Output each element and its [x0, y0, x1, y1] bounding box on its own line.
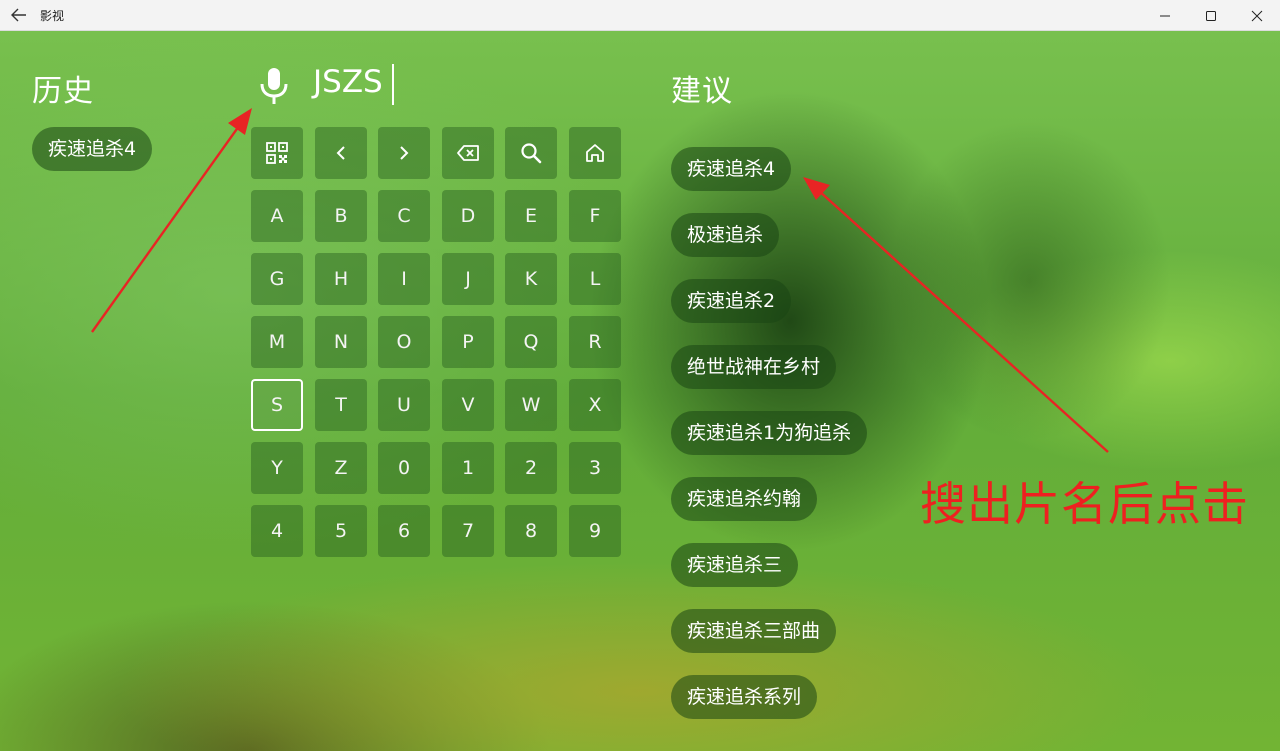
key-x[interactable]: X	[569, 379, 621, 431]
key-g[interactable]: G	[251, 253, 303, 305]
search-input[interactable]: JSZS	[313, 64, 383, 100]
window-titlebar: 影视	[0, 0, 1280, 31]
key-y[interactable]: Y	[251, 442, 303, 494]
key-w[interactable]: W	[505, 379, 557, 431]
window-title: 影视	[40, 9, 65, 23]
key-t[interactable]: T	[315, 379, 367, 431]
key-n[interactable]: N	[315, 316, 367, 368]
key-6[interactable]: 6	[378, 505, 430, 557]
suggestion-item[interactable]: 疾速追杀2	[671, 279, 792, 323]
chevron-left-icon	[336, 146, 345, 160]
qr-code-icon	[266, 142, 288, 164]
key-o[interactable]: O	[378, 316, 430, 368]
key-u[interactable]: U	[378, 379, 430, 431]
history-item[interactable]: 疾速追杀4	[32, 127, 153, 171]
minimize-button[interactable]	[1142, 0, 1188, 31]
suggestion-item[interactable]: 疾速追杀4	[671, 147, 792, 191]
minimize-icon	[1160, 15, 1170, 17]
key-a[interactable]: A	[251, 190, 303, 242]
suggestion-item[interactable]: 疾速追杀约翰	[671, 477, 818, 521]
key-i[interactable]: I	[378, 253, 430, 305]
search-button[interactable]	[505, 127, 557, 179]
microphone-icon[interactable]	[259, 67, 289, 105]
key-d[interactable]: D	[442, 190, 494, 242]
suggestion-item[interactable]: 疾速追杀1为狗追杀	[671, 411, 868, 455]
key-e[interactable]: E	[505, 190, 557, 242]
backspace-button[interactable]	[442, 127, 494, 179]
close-button[interactable]	[1234, 0, 1280, 31]
key-q[interactable]: Q	[505, 316, 557, 368]
key-l[interactable]: L	[569, 253, 621, 305]
suggestion-item[interactable]: 疾速追杀三	[671, 543, 799, 587]
key-4[interactable]: 4	[251, 505, 303, 557]
key-j[interactable]: J	[442, 253, 494, 305]
key-7[interactable]: 7	[442, 505, 494, 557]
key-8[interactable]: 8	[505, 505, 557, 557]
key-2[interactable]: 2	[505, 442, 557, 494]
text-caret	[392, 64, 394, 105]
key-b[interactable]: B	[315, 190, 367, 242]
key-h[interactable]: H	[315, 253, 367, 305]
key-c[interactable]: C	[378, 190, 430, 242]
suggestion-item[interactable]: 疾速追杀系列	[671, 675, 818, 719]
backspace-icon	[457, 145, 479, 161]
chevron-right-icon	[400, 146, 409, 160]
key-3[interactable]: 3	[569, 442, 621, 494]
close-icon	[1251, 10, 1263, 22]
key-s[interactable]: S	[251, 379, 303, 431]
key-v[interactable]: V	[442, 379, 494, 431]
key-5[interactable]: 5	[315, 505, 367, 557]
key-p[interactable]: P	[442, 316, 494, 368]
key-1[interactable]: 1	[442, 442, 494, 494]
key-r[interactable]: R	[569, 316, 621, 368]
cursor-left-button[interactable]	[315, 127, 367, 179]
search-icon	[521, 143, 542, 164]
suggestions-heading: 建议	[671, 74, 733, 109]
key-z[interactable]: Z	[315, 442, 367, 494]
maximize-icon	[1206, 11, 1216, 21]
key-k[interactable]: K	[505, 253, 557, 305]
key-f[interactable]: F	[569, 190, 621, 242]
qr-code-button[interactable]	[251, 127, 303, 179]
suggestion-item[interactable]: 疾速追杀三部曲	[671, 609, 837, 653]
suggestion-item[interactable]: 绝世战神在乡村	[671, 345, 837, 389]
maximize-button[interactable]	[1188, 0, 1234, 31]
cursor-right-button[interactable]	[378, 127, 430, 179]
history-heading: 历史	[32, 74, 94, 109]
home-button[interactable]	[569, 127, 621, 179]
annotation-note: 搜出片名后点击	[920, 477, 1249, 531]
suggestion-item[interactable]: 极速追杀	[671, 213, 780, 257]
key-9[interactable]: 9	[569, 505, 621, 557]
home-icon	[586, 144, 604, 162]
arrow-left-icon[interactable]	[10, 7, 28, 23]
blurred-background	[0, 31, 1280, 751]
key-m[interactable]: M	[251, 316, 303, 368]
key-0[interactable]: 0	[378, 442, 430, 494]
